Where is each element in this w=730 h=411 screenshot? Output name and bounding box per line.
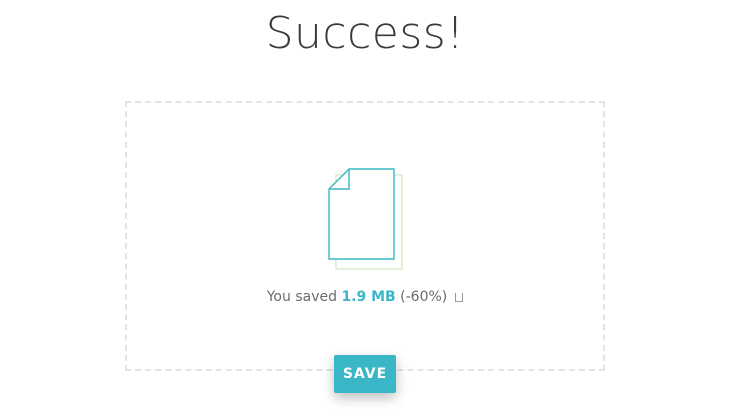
savings-summary: You saved 1.9 MB (-60%) xyxy=(127,289,603,305)
document-icon xyxy=(328,168,403,270)
page-title: Success! xyxy=(265,8,465,59)
drop-zone[interactable]: You saved 1.9 MB (-60%) xyxy=(125,101,605,371)
share-icon[interactable] xyxy=(455,293,464,302)
saved-percent: (-60%) xyxy=(400,289,448,305)
save-button[interactable]: SAVE xyxy=(334,355,396,393)
saved-amount: 1.9 MB xyxy=(341,289,396,305)
savings-prefix: You saved xyxy=(266,289,342,305)
